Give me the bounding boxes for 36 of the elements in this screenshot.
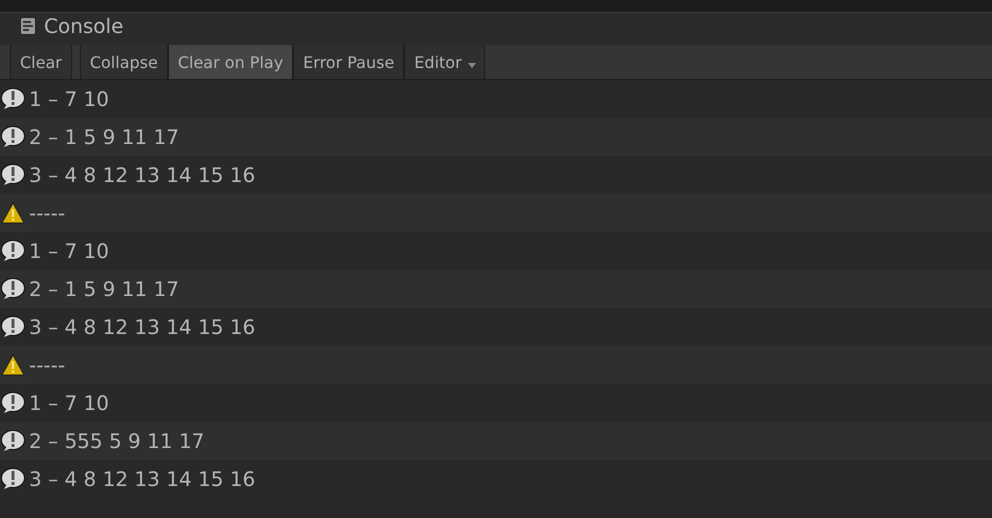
info-icon [1,126,25,148]
log-message: 3 – 4 8 12 13 14 15 16 [29,315,256,339]
log-message: 3 – 4 8 12 13 14 15 16 [29,163,256,187]
toggle-button[interactable]: Collapse [80,45,168,79]
log-message: 2 – 555 5 9 11 17 [29,429,204,453]
log-message: ----- [29,353,66,377]
log-message: 2 – 1 5 9 11 17 [29,125,179,149]
info-icon [1,468,25,490]
info-icon [1,430,25,452]
log-entry[interactable]: 2 – 1 5 9 11 17 [0,270,992,308]
panel-title: Console [44,14,124,38]
info-icon [1,278,25,300]
warning-icon [1,202,25,224]
log-message: 2 – 1 5 9 11 17 [29,277,179,301]
info-icon [1,240,25,262]
caret-icon [468,62,476,68]
log-message: 3 – 4 8 12 13 14 15 16 [29,467,256,491]
log-entry[interactable]: ----- [0,346,992,384]
toolbar-button[interactable]: Clear [10,45,72,79]
console-tab[interactable]: Console [0,11,124,45]
info-icon [1,88,25,110]
document-icon [20,17,36,35]
info-icon [1,316,25,338]
log-message: 1 – 7 10 [29,239,109,263]
log-message: ----- [29,201,66,225]
info-icon [1,392,25,414]
toggle-button[interactable]: Clear on Play [168,45,294,79]
toggle-button[interactable]: Error Pause [293,45,404,79]
log-entry[interactable]: 2 – 1 5 9 11 17 [0,118,992,156]
log-message: 1 – 7 10 [29,391,109,415]
dropdown-button[interactable]: Editor [404,45,485,79]
log-message: 1 – 7 10 [29,87,109,111]
info-icon [1,164,25,186]
log-entry[interactable]: 2 – 555 5 9 11 17 [0,422,992,460]
warning-icon [1,354,25,376]
log-entry[interactable]: ----- [0,194,992,232]
